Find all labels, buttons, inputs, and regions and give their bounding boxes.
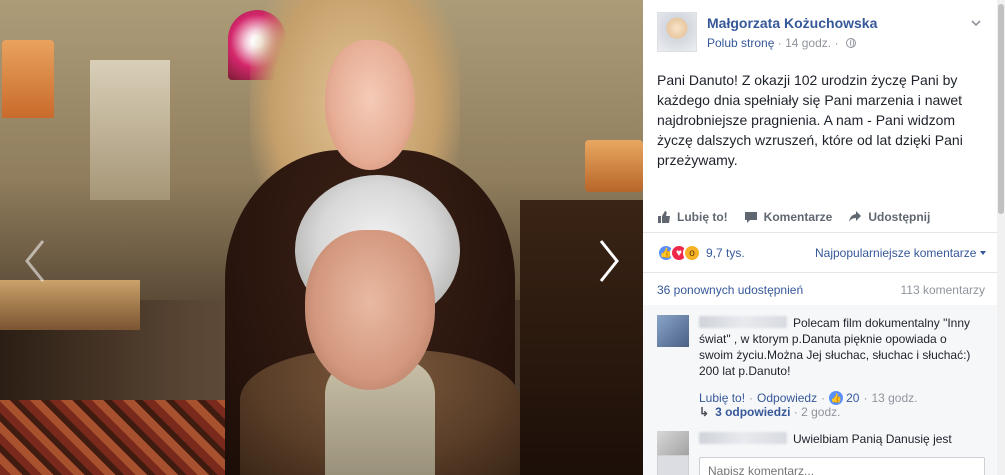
comment-reply-link[interactable]: Odpowiedz — [757, 391, 817, 405]
share-label: Udostępnij — [868, 210, 931, 224]
page-name-link[interactable]: Małgorzata Kożuchowska — [707, 15, 877, 31]
chevron-left-icon — [25, 240, 45, 282]
photo-table — [0, 280, 140, 330]
photo-rug — [0, 400, 260, 475]
comment-body: Polecam film dokumentalny "Inny świat" ,… — [699, 315, 984, 379]
comment-input[interactable] — [699, 457, 985, 475]
divider — [643, 232, 997, 233]
wow-reaction-icon: o — [683, 244, 701, 262]
photo-lamp — [2, 40, 54, 118]
separator: · — [793, 405, 802, 419]
like-page-link[interactable]: Polub stronę — [707, 36, 774, 50]
photo-cabinet — [90, 60, 170, 200]
comment-like-link[interactable]: Lubię to! — [699, 391, 745, 405]
chevron-right-icon — [599, 240, 619, 282]
divider — [643, 272, 997, 273]
reactions-summary[interactable]: 👍 ♥ o 9,7 tys. — [657, 242, 745, 264]
thumbs-up-icon — [658, 211, 670, 223]
page-avatar[interactable] — [657, 12, 697, 52]
post-side-panel: Małgorzata Kożuchowska Polub stronę · 14… — [643, 0, 1005, 475]
shares-link[interactable]: 36 ponownych udostępnień — [657, 283, 803, 297]
chevron-down-icon[interactable] — [969, 16, 983, 30]
meta-separator: · — [777, 36, 782, 50]
next-photo-button[interactable] — [594, 236, 624, 286]
comment-actions: Lubię to! · Odpowiedz · 👍 20 · 13 godz. — [699, 391, 918, 405]
scrollbar[interactable] — [997, 0, 1005, 475]
dropdown-arrow-icon — [980, 251, 987, 255]
commenter-name-redacted[interactable] — [699, 316, 787, 328]
share-button[interactable]: Udostępnij — [848, 208, 930, 226]
reaction-count[interactable]: 9,7 tys. — [706, 246, 745, 260]
photo-lamp-right — [585, 140, 643, 192]
replies-time: 2 godz. — [801, 405, 841, 419]
post-actions: Lubię to! Komentarze Udostępnij — [657, 208, 987, 226]
photo-elderly-woman-face — [305, 230, 435, 390]
thumbs-up-icon: 👍 — [829, 391, 844, 405]
view-replies-link[interactable]: 3 odpowiedzi — [715, 405, 790, 419]
photo-young-woman-face — [325, 40, 415, 170]
comment-body: Uwielbiam Panią Danusię jest — [699, 431, 984, 447]
post-meta: Polub stronę · 14 godz. · — [707, 36, 856, 50]
commenter-name-redacted[interactable] — [699, 432, 787, 444]
comments-section: Polecam film dokumentalny "Inny świat" ,… — [643, 305, 997, 475]
previous-photo-button[interactable] — [20, 236, 50, 286]
post-header: Małgorzata Kożuchowska Polub stronę · 14… — [657, 12, 987, 56]
separator: · — [821, 391, 826, 405]
post-photo — [0, 0, 643, 475]
like-label: Lubię to! — [677, 210, 728, 224]
comment-label: Komentarze — [763, 210, 833, 224]
user-avatar — [657, 455, 689, 475]
comment-time[interactable]: 13 godz. — [871, 391, 917, 405]
comment-composer — [657, 451, 987, 475]
comment-like-count[interactable]: 20 — [846, 391, 859, 405]
replies-link-row[interactable]: ↳ 3 odpowiedzi · 2 godz. — [699, 405, 840, 419]
scrollbar-thumb[interactable] — [998, 4, 1004, 214]
comment-icon — [744, 212, 757, 223]
post-text: Pani Danuto! Z okazji 102 urodzin życzę … — [657, 72, 963, 168]
meta-separator-2: · — [834, 36, 839, 50]
like-button[interactable]: Lubię to! — [657, 208, 728, 226]
sort-label: Najpopularniejsze komentarze — [815, 246, 977, 260]
comment-button[interactable]: Komentarze — [744, 208, 833, 226]
commenter-avatar[interactable] — [657, 315, 689, 347]
comment-text: Uwielbiam Panią Danusię jest — [793, 432, 952, 446]
comments-count: 113 komentarzy — [900, 283, 986, 297]
separator: · — [863, 391, 868, 405]
photo-shelf — [520, 200, 643, 475]
separator: · — [749, 391, 754, 405]
post-time[interactable]: 14 godz. — [785, 36, 831, 50]
reply-arrow-icon: ↳ — [699, 405, 710, 419]
comment-sort-dropdown[interactable]: Najpopularniejsze komentarze — [815, 246, 987, 260]
share-icon — [849, 211, 862, 222]
globe-icon — [845, 38, 856, 48]
